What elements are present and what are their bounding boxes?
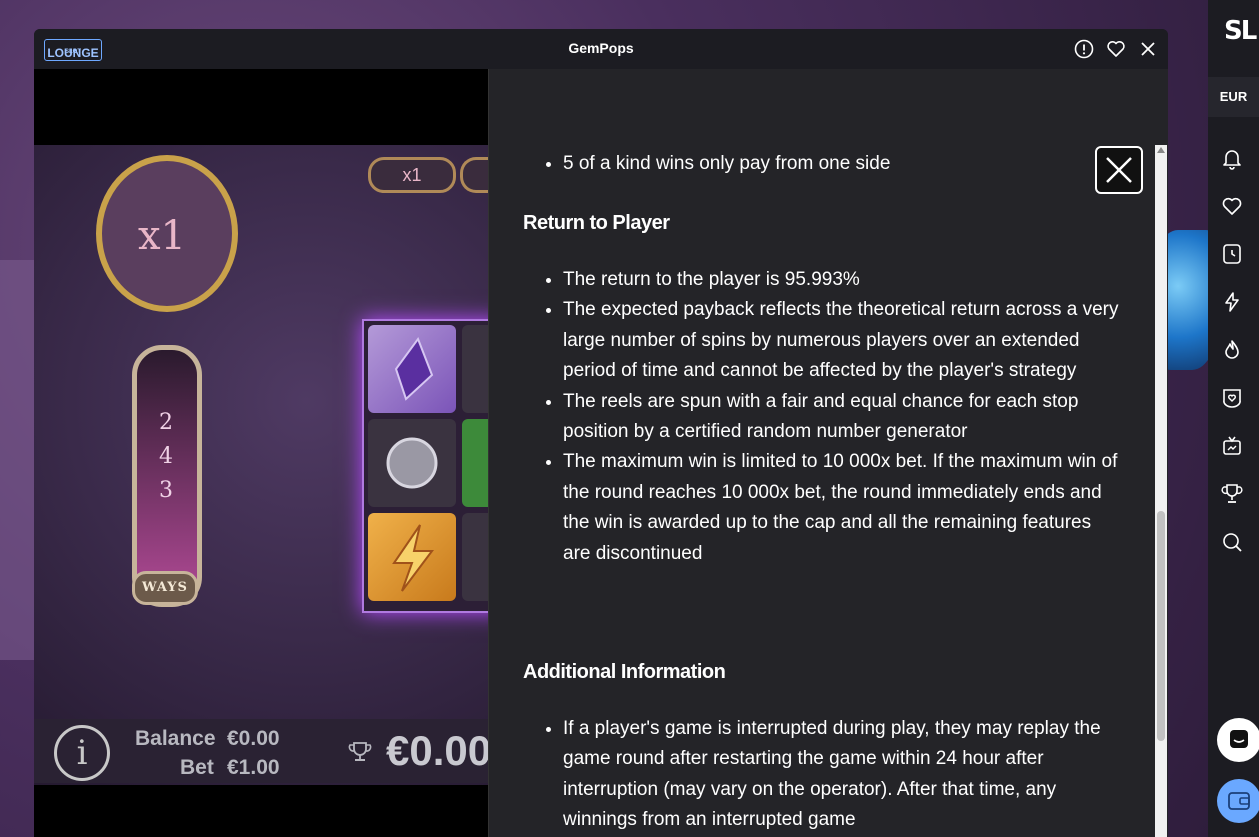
- coin-icon: [386, 437, 438, 489]
- list-item: The reels are spun with a fair and equal…: [563, 387, 1123, 448]
- bell-icon[interactable]: [1220, 146, 1244, 170]
- wallet-button[interactable]: [1217, 779, 1259, 823]
- balance-value: €0.00: [227, 727, 280, 750]
- close-paytable-button[interactable]: [1095, 146, 1143, 194]
- list-item: The maximum win is limited to 10 000x be…: [563, 447, 1123, 569]
- list-item: The return to the player is 95.993%: [563, 265, 1123, 295]
- info-alert-icon: [1074, 39, 1094, 59]
- trophy-icon[interactable]: [1220, 482, 1244, 506]
- purple-gem-symbol: [368, 325, 456, 413]
- lightning-icon[interactable]: [1220, 290, 1244, 314]
- trophy-icon: [348, 741, 372, 769]
- silver-coin-symbol: [368, 419, 456, 507]
- bet-value: €1.00: [227, 756, 280, 779]
- list-item: 5 of a kind wins only pay from one side: [563, 149, 1123, 179]
- top-multiplier-pill: x1: [368, 157, 456, 193]
- rtp-heading: Return to Player: [523, 212, 670, 234]
- favorite-button[interactable]: [1105, 38, 1127, 60]
- heart-icon[interactable]: [1220, 194, 1244, 218]
- balance-label: Balance: [135, 727, 216, 750]
- ways-label: WAYS: [132, 571, 198, 605]
- multiplier-potion: x1: [96, 155, 238, 312]
- chat-button[interactable]: [1217, 718, 1259, 762]
- search-icon[interactable]: [1220, 530, 1244, 554]
- game-hud: i Balance €0.00 Bet €1.00 €0.00: [34, 719, 492, 783]
- heart-icon: [1107, 41, 1125, 57]
- currency-selector[interactable]: EUR: [1208, 77, 1259, 117]
- potion-multiplier-text: x1: [138, 213, 187, 259]
- game-info-button[interactable]: i: [54, 725, 110, 781]
- paytable-panel[interactable]: 5 of a kind wins only pay from one side …: [488, 69, 1168, 837]
- shield-heart-icon[interactable]: [1220, 386, 1244, 410]
- right-sidebar: SL EUR: [1208, 0, 1259, 837]
- close-icon: [1106, 157, 1132, 183]
- additional-heading: Additional Information: [523, 661, 726, 683]
- game-canvas[interactable]: x1 x1 2 4 3 WAYS i Balance €0.00 Bet €1.…: [34, 69, 506, 837]
- background-rock-left: [0, 260, 34, 660]
- close-window-button[interactable]: [1137, 38, 1159, 60]
- wallet-icon: [1228, 792, 1250, 810]
- info-button[interactable]: [1073, 38, 1095, 60]
- window-titlebar: SLOT LOUNGE GemPops: [34, 29, 1168, 69]
- window-title: GemPops: [568, 40, 634, 56]
- gem-icon: [394, 336, 434, 401]
- flame-icon[interactable]: [1220, 338, 1244, 362]
- chat-icon: [1230, 730, 1248, 748]
- list-item: The expected payback reflects the theore…: [563, 295, 1123, 386]
- win-value: €0.00: [386, 727, 492, 774]
- tv-icon[interactable]: [1220, 434, 1244, 458]
- scroll-thumb[interactable]: [1157, 511, 1165, 741]
- rtp-list: The return to the player is 95.993% The …: [523, 265, 1123, 569]
- lightning-symbol: [368, 513, 456, 601]
- sl-logo[interactable]: SL: [1224, 16, 1257, 46]
- additional-list: If a player's game is interrupted during…: [523, 714, 1123, 836]
- reel-grid: [362, 319, 506, 613]
- game-scene: x1 x1 2 4 3 WAYS: [34, 145, 506, 785]
- paytable-scrollbar[interactable]: [1155, 145, 1167, 837]
- close-icon: [1141, 42, 1155, 56]
- ways-tube: 2 4 3: [132, 345, 202, 607]
- scroll-up-arrow-icon[interactable]: [1157, 147, 1165, 153]
- ways-digit: 3: [159, 478, 173, 503]
- paytable-list-top: 5 of a kind wins only pay from one side: [523, 149, 1123, 179]
- bet-label: Bet: [180, 756, 214, 779]
- clock-icon[interactable]: [1220, 242, 1244, 266]
- list-item: If a player's game is interrupted during…: [563, 714, 1123, 836]
- game-window: SLOT LOUNGE GemPops x1 x1 2 4 3 WAYS i B…: [34, 29, 1168, 837]
- ways-digit: 2: [159, 410, 173, 435]
- ways-digit: 4: [159, 444, 173, 469]
- lightning-icon: [392, 524, 434, 592]
